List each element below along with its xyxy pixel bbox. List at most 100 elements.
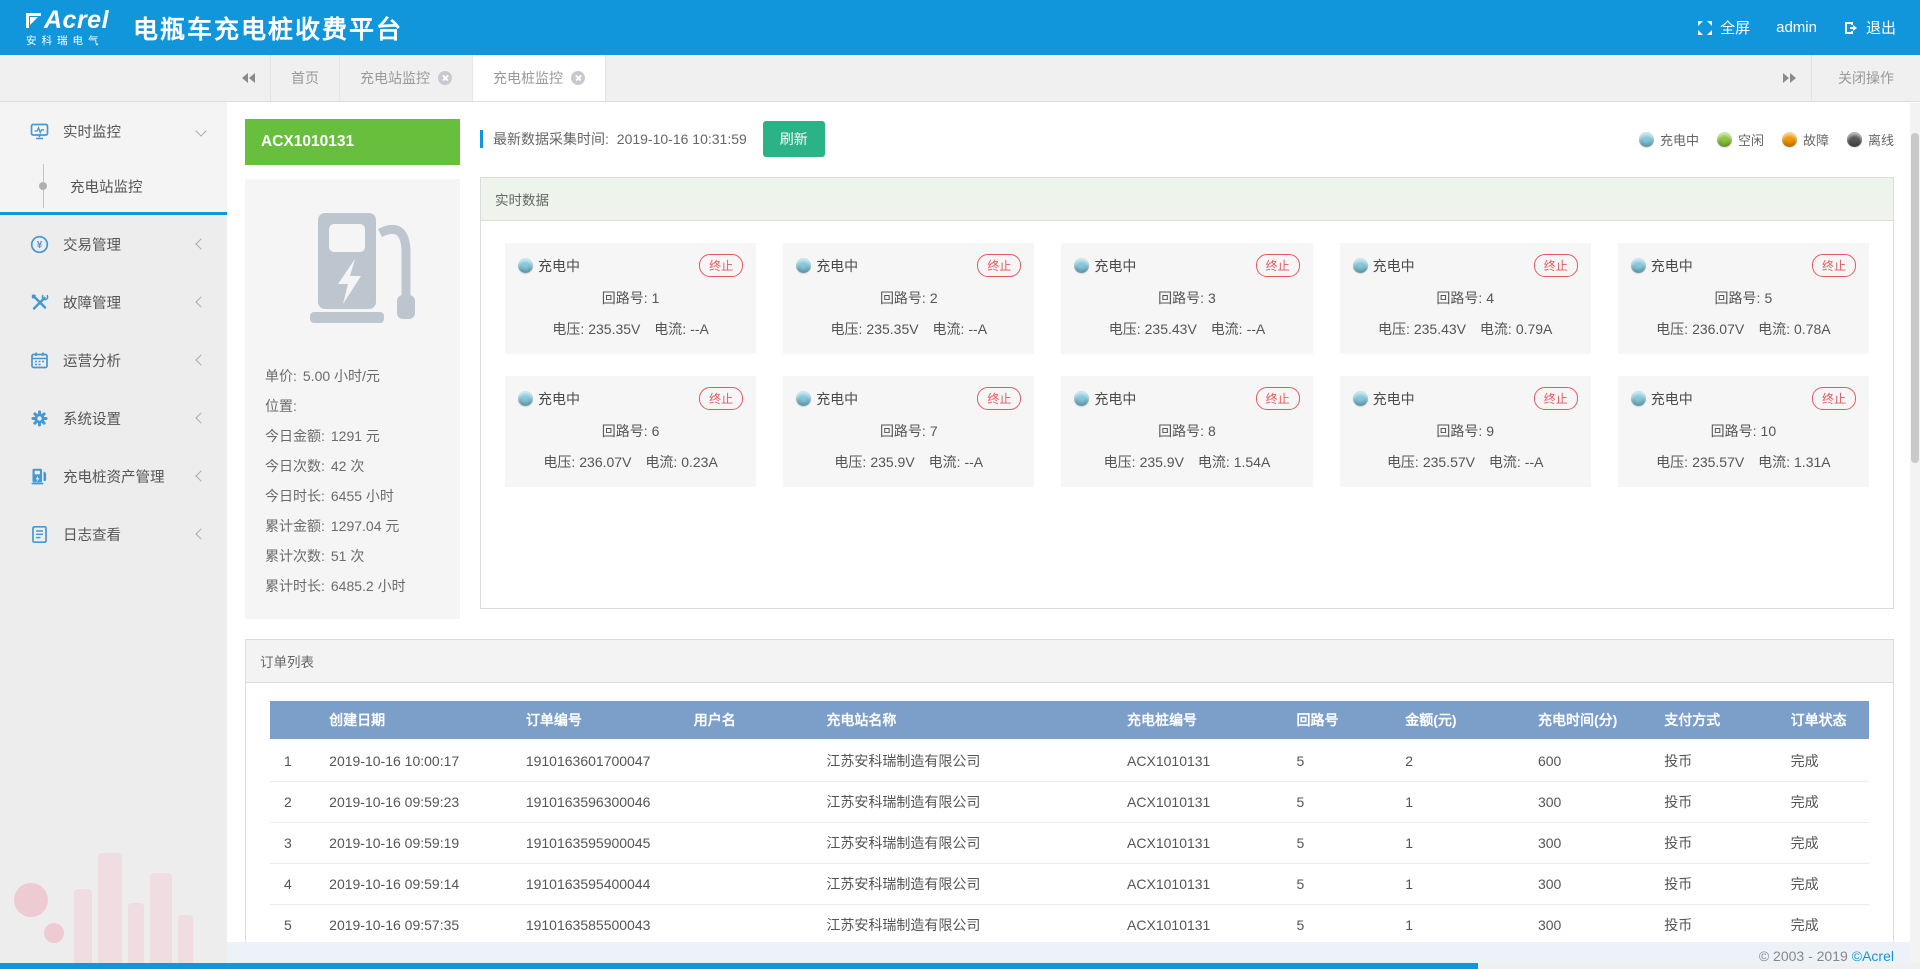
sidebar-item-faults[interactable]: 故障管理 (0, 273, 227, 331)
footer-brand-link[interactable]: ©Acrel (1852, 948, 1894, 964)
circuit-card: 充电中 终止 回路号:8 电压:235.9V 电流:1. (1061, 376, 1312, 487)
terminate-button[interactable]: 终止 (1812, 254, 1856, 277)
charging-status-orb-icon (796, 391, 811, 406)
logo-subtitle: 安科瑞电气 (26, 36, 109, 47)
circuit-cards: 充电中 终止 回路号:1 电压:235.35V 电流:- (481, 221, 1893, 509)
sidebar-item-transactions[interactable]: ¥ 交易管理 (0, 215, 227, 273)
circuit-card: 充电中 终止 回路号:4 电压:235.43V 电流:0 (1340, 243, 1591, 354)
circuit-card: 充电中 终止 回路号:10 电压:235.57V 电流: (1618, 376, 1869, 487)
decoration-flower (14, 883, 48, 917)
decoration-building (74, 889, 92, 963)
charging-pile-icon (30, 467, 49, 486)
charging-status-orb-icon (1353, 258, 1368, 273)
logout-icon (1843, 20, 1859, 36)
station-info-row: 累计时长:6485.2 小时 (265, 571, 460, 601)
sidebar-item-system-settings[interactable]: 系统设置 (0, 389, 227, 447)
refresh-button[interactable]: 刷新 (763, 121, 825, 157)
sidebar: 实时监控 充电站监控 ¥ 交易管理 故障管理 运营分析 (0, 102, 227, 969)
order-table-row: 5 2019-10-16 09:57:35 1910163585500043 江… (270, 905, 1869, 946)
order-table-row: 3 2019-10-16 09:59:19 1910163595900045 江… (270, 823, 1869, 864)
sidebar-item-realtime-monitor[interactable]: 实时监控 (0, 102, 227, 160)
sidebar-item-pile-assets[interactable]: 充电桩资产管理 (0, 447, 227, 505)
terminate-button[interactable]: 终止 (977, 387, 1021, 410)
logout-button[interactable]: 退出 (1843, 17, 1896, 38)
station-info-row: 累计次数:51 次 (265, 541, 460, 571)
sidebar-item-logs[interactable]: 日志查看 (0, 505, 227, 563)
order-list-panel: 订单列表 创建日期 订单编号 用户名 充电站名称 充电桩编号 回路号 (245, 639, 1894, 955)
circuit-card: 充电中 终止 回路号:5 电压:236.07V 电流:0 (1618, 243, 1869, 354)
realtime-panel-title: 实时数据 (481, 178, 1893, 221)
station-info-row: 单价:5.00 小时/元 (265, 361, 460, 391)
tabs-scroll-left-button[interactable] (227, 55, 271, 101)
close-tab-icon[interactable] (438, 71, 452, 85)
monitor-icon (30, 122, 49, 141)
acrel-logo: Acrel 安科瑞电气 (26, 8, 109, 47)
circuit-card: 充电中 终止 回路号:3 电压:235.43V 电流:- (1061, 243, 1312, 354)
close-tab-icon[interactable] (571, 71, 585, 85)
user-menu[interactable]: admin (1776, 19, 1817, 36)
station-info-row: 累计金额:1297.04 元 (265, 511, 460, 541)
main-content: ACX1010131 (227, 102, 1920, 942)
charging-status-orb-icon (1074, 391, 1089, 406)
fullscreen-button[interactable]: 全屏 (1697, 17, 1750, 38)
vertical-scrollbar-thumb[interactable] (1911, 133, 1919, 463)
terminate-button[interactable]: 终止 (1256, 387, 1300, 410)
decoration-building (150, 873, 172, 963)
terminate-button[interactable]: 终止 (1534, 254, 1578, 277)
app-window: Acrel 安科瑞电气 电瓶车充电桩收费平台 全屏 admin 退出 首页 (0, 0, 1920, 969)
tab-station-monitor[interactable]: 充电站监控 (340, 55, 473, 101)
page-title: 电瓶车充电桩收费平台 (133, 10, 403, 46)
double-left-arrow-icon (242, 73, 248, 83)
decoration-building (178, 915, 193, 963)
charging-status-orb-icon (1353, 391, 1368, 406)
legend-item: 充电中 (1639, 130, 1699, 149)
acrel-logo-icon (26, 13, 41, 28)
station-info-list: 单价:5.00 小时/元 位置: 今日金额:1291 元 (265, 361, 460, 601)
close-operations-dropdown[interactable]: 关闭操作 (1811, 55, 1920, 101)
charging-status-orb-icon (1631, 258, 1646, 273)
fullscreen-icon (1697, 20, 1713, 36)
station-info-row: 今日次数:42 次 (265, 451, 460, 481)
svg-text:¥: ¥ (37, 240, 43, 251)
legend-item: 离线 (1847, 130, 1894, 149)
chevron-left-icon (195, 528, 206, 539)
circuit-card: 充电中 终止 回路号:6 电压:236.07V 电流:0 (505, 376, 756, 487)
collect-time: 最新数据采集时间: 2019-10-16 10:31:59 (493, 129, 747, 149)
decoration-building (98, 853, 122, 963)
order-table: 创建日期 订单编号 用户名 充电站名称 充电桩编号 回路号 金额(元) 充电时间… (270, 701, 1869, 946)
circuit-card: 充电中 终止 回路号:9 电压:235.57V 电流:- (1340, 376, 1591, 487)
log-icon (30, 525, 49, 544)
terminate-button[interactable]: 终止 (699, 254, 743, 277)
logo-brand: Acrel (44, 8, 109, 33)
sidebar-item-station-monitor[interactable]: 充电站监控 (0, 160, 227, 212)
station-panel: ACX1010131 (245, 119, 460, 619)
station-id: ACX1010131 (245, 119, 460, 165)
chevron-left-icon (195, 354, 206, 365)
tabs-scroll-right-button[interactable] (1767, 55, 1811, 101)
terminate-button[interactable]: 终止 (699, 387, 743, 410)
terminate-button[interactable]: 终止 (1256, 254, 1300, 277)
fault-icon (30, 293, 49, 312)
accent-bar (480, 130, 483, 148)
charging-pile-illustration (288, 207, 438, 339)
order-table-row: 4 2019-10-16 09:59:14 1910163595400044 江… (270, 864, 1869, 905)
status-legend: 充电中 空闲 故 (1639, 130, 1894, 149)
status-orb-icon (1782, 132, 1797, 147)
app-header: Acrel 安科瑞电气 电瓶车充电桩收费平台 全屏 admin 退出 (0, 0, 1920, 55)
calendar-icon (30, 351, 49, 370)
charging-status-orb-icon (1074, 258, 1089, 273)
tab-home[interactable]: 首页 (271, 55, 340, 101)
charging-status-orb-icon (796, 258, 811, 273)
circuit-card: 充电中 终止 回路号:1 电压:235.35V 电流:- (505, 243, 756, 354)
horizontal-scrollbar-thumb[interactable] (0, 963, 1478, 969)
tab-pile-monitor[interactable]: 充电桩监控 (473, 55, 606, 101)
chevron-left-icon (195, 470, 206, 481)
sidebar-item-operation-analysis[interactable]: 运营分析 (0, 331, 227, 389)
legend-item: 故障 (1782, 130, 1829, 149)
order-table-row: 1 2019-10-16 10:00:17 1910163601700047 江… (270, 740, 1869, 782)
charging-status-orb-icon (518, 391, 533, 406)
terminate-button[interactable]: 终止 (1812, 387, 1856, 410)
terminate-button[interactable]: 终止 (1534, 387, 1578, 410)
terminate-button[interactable]: 终止 (977, 254, 1021, 277)
status-orb-icon (1717, 132, 1732, 147)
